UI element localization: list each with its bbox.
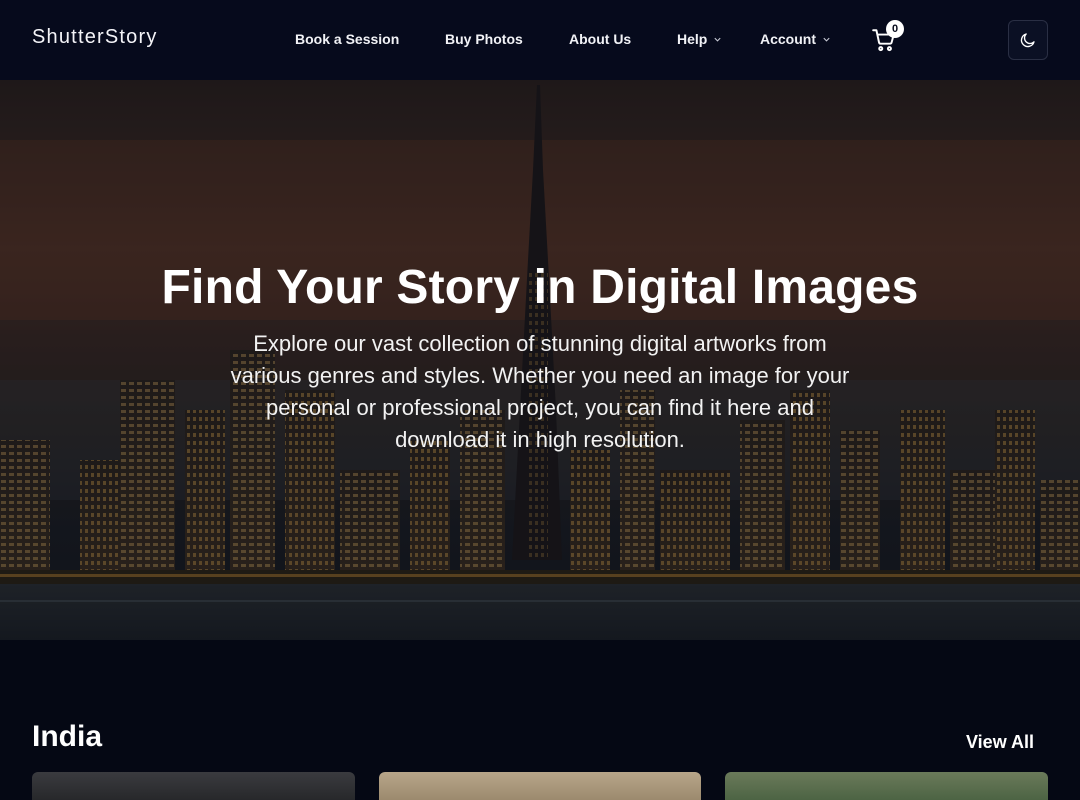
nav-buy-photos-label: Buy Photos [445,31,523,47]
top-navbar: ShutterStory Book a Session Buy Photos A… [0,0,1080,80]
hero-subtitle: Explore our vast collection of stunning … [230,331,850,452]
nav-buy-photos[interactable]: Buy Photos [445,31,523,47]
moon-icon [1020,33,1035,48]
photo-card[interactable] [379,772,701,800]
theme-toggle-button[interactable] [1008,20,1048,60]
view-all-link[interactable]: View All [966,732,1034,753]
hero-title: Find Your Story in Digital Images [161,261,919,314]
nav-help-dropdown[interactable]: Help [677,31,722,47]
photo-card[interactable] [725,772,1048,800]
nav-about-us[interactable]: About Us [569,31,631,47]
nav-about-us-label: About Us [569,31,632,47]
chevron-down-icon [713,35,722,44]
chevron-down-icon [822,35,831,44]
nav-book-session-label: Book a Session [295,31,400,47]
nav-account-dropdown[interactable]: Account [760,31,831,47]
nav-help-label: Help [677,31,708,47]
nav-book-session[interactable]: Book a Session [295,31,399,47]
brand-logo[interactable]: ShutterStory [32,26,158,49]
photo-card[interactable] [32,772,355,800]
cart-count-badge: 0 [886,20,904,38]
section-title: India [32,720,103,753]
hero-banner: Find Your Story in Digital Images Explor… [0,80,1080,640]
nav-account-label: Account [760,31,816,47]
